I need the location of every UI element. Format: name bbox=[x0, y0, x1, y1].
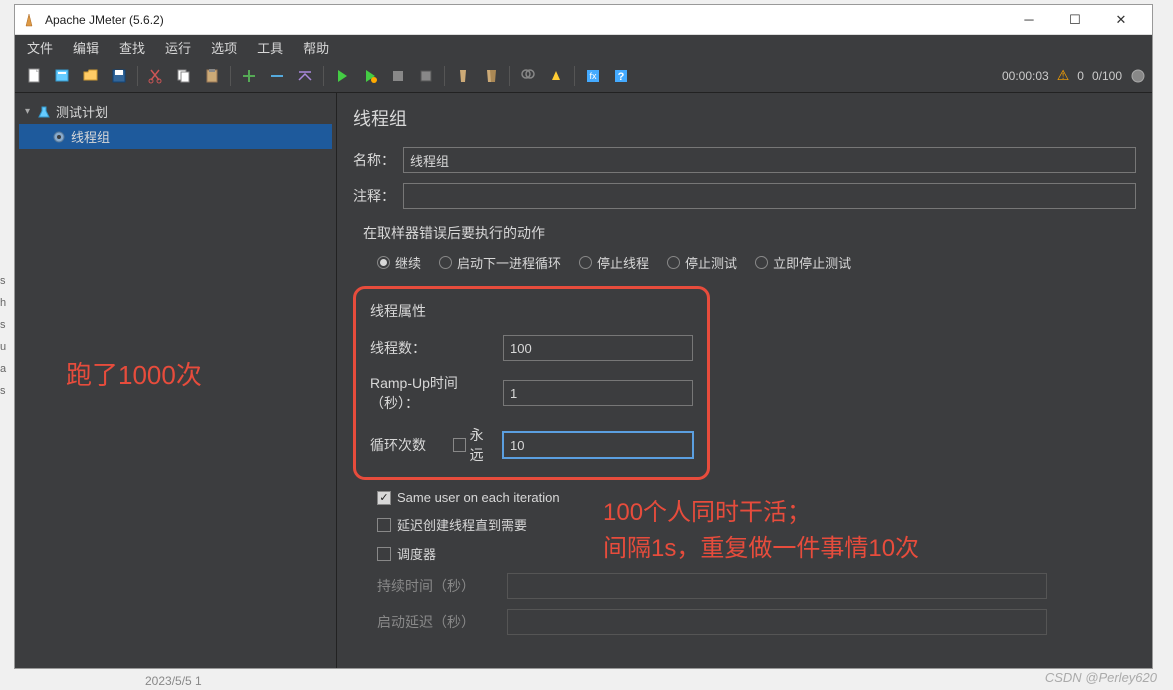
jmeter-icon bbox=[23, 12, 39, 28]
thread-counter: 0/100 bbox=[1092, 69, 1122, 83]
start-icon[interactable] bbox=[330, 64, 354, 88]
save-icon[interactable] bbox=[107, 64, 131, 88]
loop-label: 循环次数 bbox=[370, 435, 453, 455]
minimize-button[interactable]: ─ bbox=[1006, 5, 1052, 35]
start-no-pause-icon[interactable] bbox=[358, 64, 382, 88]
search-icon[interactable] bbox=[516, 64, 540, 88]
radio-stop-test[interactable]: 停止测试 bbox=[667, 253, 737, 272]
comment-input[interactable] bbox=[403, 183, 1136, 209]
panel-title: 线程组 bbox=[353, 105, 1136, 131]
radio-stop-now[interactable]: 立即停止测试 bbox=[755, 253, 851, 272]
window-title: Apache JMeter (5.6.2) bbox=[45, 13, 1006, 27]
loop-input[interactable] bbox=[503, 432, 693, 458]
reset-search-icon[interactable] bbox=[544, 64, 568, 88]
clear-all-icon[interactable] bbox=[479, 64, 503, 88]
forever-checkbox[interactable]: 永远 bbox=[453, 425, 495, 465]
tree-root-testplan[interactable]: ▾ 测试计划 bbox=[19, 99, 332, 124]
function-helper-icon[interactable]: fx bbox=[581, 64, 605, 88]
flask-icon bbox=[36, 104, 52, 120]
new-icon[interactable] bbox=[23, 64, 47, 88]
name-input[interactable] bbox=[403, 147, 1136, 173]
duration-input bbox=[507, 573, 1047, 599]
menu-search[interactable]: 查找 bbox=[115, 36, 149, 59]
copy-icon[interactable] bbox=[172, 64, 196, 88]
startup-delay-label: 启动延迟（秒） bbox=[377, 612, 507, 632]
tree-root-label: 测试计划 bbox=[56, 102, 108, 121]
running-indicator-icon bbox=[1130, 68, 1146, 84]
collapse-icon[interactable] bbox=[265, 64, 289, 88]
menu-run[interactable]: 运行 bbox=[161, 36, 195, 59]
threads-input[interactable] bbox=[503, 335, 693, 361]
menu-tools[interactable]: 工具 bbox=[253, 36, 287, 59]
annotation-right: 100个人同时干活； 间隔1s，重复做一件事情10次 bbox=[603, 495, 919, 567]
toolbar: fx ? 00:00:03 ⚠ 0 0/100 bbox=[15, 59, 1152, 93]
svg-text:?: ? bbox=[618, 71, 625, 83]
error-action-label: 在取样器错误后要执行的动作 bbox=[363, 223, 1136, 243]
close-button[interactable]: ✕ bbox=[1098, 5, 1144, 35]
open-icon[interactable] bbox=[79, 64, 103, 88]
menu-options[interactable]: 选项 bbox=[207, 36, 241, 59]
rampup-input[interactable] bbox=[503, 380, 693, 406]
chevron-down-icon[interactable]: ▾ bbox=[25, 106, 30, 117]
main-panel: 线程组 名称： 注释： 在取样器错误后要执行的动作 继续 启动下一进程循环 停止… bbox=[337, 93, 1152, 668]
thread-properties-box: 线程属性 线程数： Ramp-Up时间（秒）： 循环次数 永远 bbox=[353, 286, 710, 480]
shutdown-icon[interactable] bbox=[414, 64, 438, 88]
cut-icon[interactable] bbox=[144, 64, 168, 88]
thread-props-title: 线程属性 bbox=[370, 301, 693, 321]
comment-label: 注释： bbox=[353, 186, 395, 206]
warning-icon[interactable]: ⚠ bbox=[1057, 67, 1070, 84]
radio-next-loop[interactable]: 启动下一进程循环 bbox=[439, 253, 561, 272]
annotation-left: 跑了1000次 bbox=[66, 355, 202, 392]
error-action-radios: 继续 启动下一进程循环 停止线程 停止测试 立即停止测试 bbox=[377, 253, 1136, 272]
toggle-icon[interactable] bbox=[293, 64, 317, 88]
help-icon[interactable]: ? bbox=[609, 64, 633, 88]
expand-icon[interactable] bbox=[237, 64, 261, 88]
radio-continue[interactable]: 继续 bbox=[377, 253, 421, 272]
startup-delay-input bbox=[507, 609, 1047, 635]
timer-display: 00:00:03 bbox=[1002, 69, 1049, 83]
menu-file[interactable]: 文件 bbox=[23, 36, 57, 59]
bottom-date: 2023/5/5 1 bbox=[145, 674, 202, 688]
stop-icon[interactable] bbox=[386, 64, 410, 88]
watermark: CSDN @Perley620 bbox=[1045, 670, 1157, 685]
templates-icon[interactable] bbox=[51, 64, 75, 88]
svg-text:fx: fx bbox=[589, 71, 597, 81]
clear-icon[interactable] bbox=[451, 64, 475, 88]
maximize-button[interactable]: ☐ bbox=[1052, 5, 1098, 35]
threads-label: 线程数： bbox=[370, 338, 503, 358]
menu-help[interactable]: 帮助 bbox=[299, 36, 333, 59]
rampup-label: Ramp-Up时间（秒）： bbox=[370, 373, 503, 413]
paste-icon[interactable] bbox=[200, 64, 224, 88]
tree-item-threadgroup[interactable]: 线程组 bbox=[19, 124, 332, 149]
radio-stop-thread[interactable]: 停止线程 bbox=[579, 253, 649, 272]
titlebar: Apache JMeter (5.6.2) ─ ☐ ✕ bbox=[15, 5, 1152, 35]
error-count: 0 bbox=[1077, 69, 1084, 83]
duration-label: 持续时间（秒） bbox=[377, 576, 507, 596]
menu-edit[interactable]: 编辑 bbox=[69, 36, 103, 59]
tree-item-label: 线程组 bbox=[71, 127, 110, 146]
menubar: 文件 编辑 查找 运行 选项 工具 帮助 bbox=[15, 35, 1152, 59]
gear-icon bbox=[51, 129, 67, 145]
name-label: 名称： bbox=[353, 150, 395, 170]
